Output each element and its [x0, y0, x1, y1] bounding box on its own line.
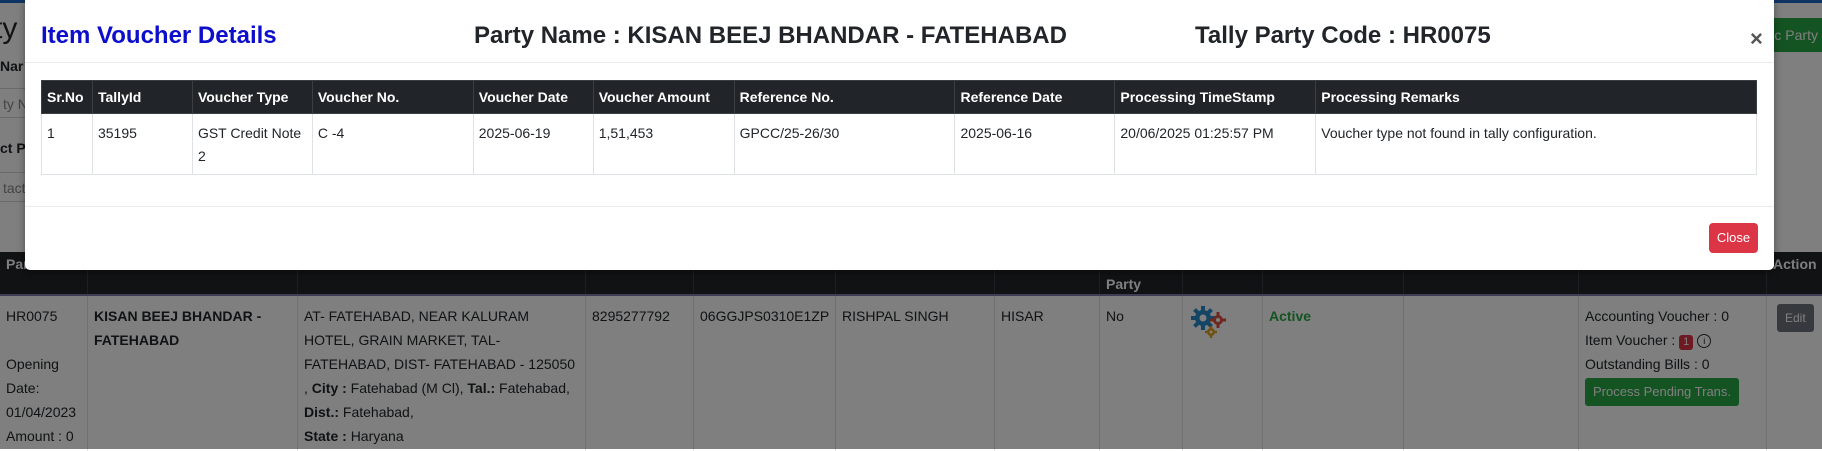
column-header: Processing Remarks — [1315, 80, 1757, 114]
close-button[interactable]: Close — [1709, 223, 1758, 253]
column-header: Voucher Date — [472, 80, 594, 114]
processing-remarks-cell: Voucher type not found in tally configur… — [1315, 113, 1757, 175]
item-voucher-modal: Item Voucher Details Party Name : KISAN … — [25, 0, 1774, 270]
processing-timestamp-cell: 20/06/2025 01:25:57 PM — [1114, 113, 1317, 175]
tally-id-cell: 35195 — [91, 113, 193, 175]
column-header: Voucher No. — [311, 80, 474, 114]
modal-title: Item Voucher Details — [41, 22, 277, 49]
tally-party-code-heading: Tally Party Code : HR0075 — [1195, 22, 1491, 49]
voucher-type-cell: GST Credit Note 2 — [191, 113, 313, 175]
modal-footer: Close — [25, 206, 1774, 271]
column-header: Sr.No — [41, 80, 93, 114]
reference-date-cell: 2025-06-16 — [954, 113, 1116, 175]
voucher-table: Sr.No TallyId Voucher Type Voucher No. V… — [41, 80, 1757, 175]
column-header: Voucher Amount — [592, 80, 735, 114]
voucher-table-header-row: Sr.No TallyId Voucher Type Voucher No. V… — [41, 80, 1757, 114]
column-header: Reference Date — [954, 80, 1116, 114]
column-header: TallyId — [91, 80, 193, 114]
party-name-heading: Party Name : KISAN BEEJ BHANDAR - FATEHA… — [474, 22, 1067, 49]
reference-no-cell: GPCC/25-26/30 — [733, 113, 956, 175]
voucher-no-cell: C -4 — [311, 113, 474, 175]
close-icon[interactable]: × — [1750, 28, 1763, 50]
table-row: 1 35195 GST Credit Note 2 C -4 2025-06-1… — [41, 113, 1757, 175]
column-header: Voucher Type — [191, 80, 313, 114]
voucher-amount-cell: 1,51,453 — [592, 113, 735, 175]
column-header: Processing TimeStamp — [1114, 80, 1317, 114]
column-header: Reference No. — [733, 80, 956, 114]
voucher-date-cell: 2025-06-19 — [472, 113, 594, 175]
sr-no-cell: 1 — [41, 113, 93, 175]
modal-header: Item Voucher Details Party Name : KISAN … — [25, 0, 1774, 63]
